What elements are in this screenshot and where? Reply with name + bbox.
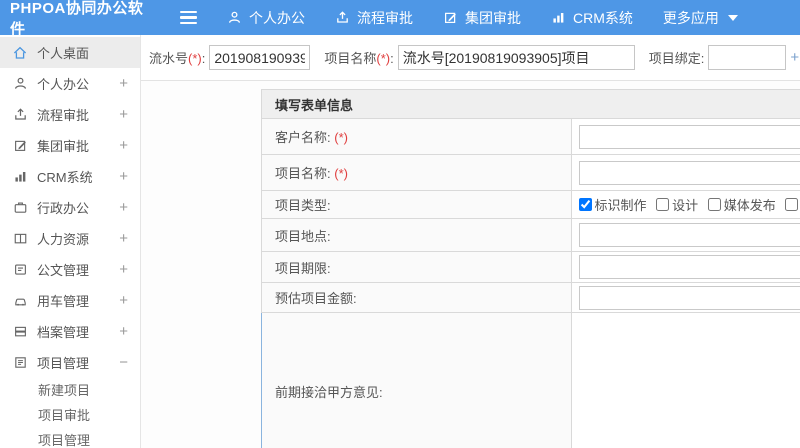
clipboard-list-icon (12, 355, 28, 371)
sidebar-subitem-new-project[interactable]: 新建项目 (0, 378, 140, 403)
table-row: 项目类型: 标识制作 设计 媒体发布 置换 (261, 190, 800, 219)
pre-contact-opinion-textarea[interactable] (578, 316, 800, 448)
checkbox-input[interactable] (578, 198, 592, 211)
table-row: 客户名称: (*) (261, 118, 800, 155)
home-icon (12, 45, 28, 61)
project-term-input[interactable] (578, 255, 800, 279)
serial-number-label: 流水号(*): (149, 51, 206, 66)
table-row: 项目期限: (261, 251, 800, 283)
sidebar-subitem-project-management[interactable]: 项目管理 (0, 428, 140, 448)
bar-chart-icon (551, 10, 566, 25)
topnav-personal-office[interactable]: 个人办公 (227, 8, 305, 28)
checkbox-design[interactable]: 设计 (656, 195, 698, 214)
sidebar-item-crm-system[interactable]: CRM系统 + (0, 161, 140, 192)
document-icon (12, 262, 28, 278)
project-type-label: 项目类型: (261, 190, 572, 219)
sidebar-item-process-approval[interactable]: 流程审批 + (0, 99, 140, 130)
sidebar-item-personal-office[interactable]: 个人办公 + (0, 68, 140, 99)
pre-contact-opinion-label: 前期接洽甲方意见: (261, 312, 572, 448)
checkbox-media-release[interactable]: 媒体发布 (707, 195, 776, 214)
sidebar-item-admin-office[interactable]: 行政办公 + (0, 192, 140, 223)
checkbox-sign-making[interactable]: 标识制作 (578, 195, 647, 214)
table-row: 项目名称: (*) (261, 154, 800, 191)
customer-name-input[interactable] (578, 124, 800, 149)
table-row: 项目地点: (261, 218, 800, 252)
form-section-header: 填写表单信息 (261, 89, 800, 119)
upload-arrow-icon (12, 107, 28, 123)
project-location-label: 项目地点: (261, 218, 572, 252)
person-icon (12, 76, 28, 92)
open-book-icon (12, 231, 28, 247)
collapse-minus[interactable]: − (119, 354, 128, 371)
sidebar-item-document-management[interactable]: 公文管理 + (0, 254, 140, 285)
sidebar-item-vehicle-management[interactable]: 用车管理 + (0, 285, 140, 316)
expand-plus[interactable]: + (119, 323, 128, 340)
checkbox-input[interactable] (785, 198, 799, 211)
top-navigation: 个人办公 流程审批 集团审批 CRM系统 更多应用 (227, 8, 738, 28)
table-row: 前期接洽甲方意见: (261, 312, 800, 448)
person-icon (227, 10, 242, 25)
project-type-options: 标识制作 设计 媒体发布 置换 (570, 190, 800, 219)
topnav-process-approval[interactable]: 流程审批 (335, 8, 413, 28)
serial-number-input[interactable] (209, 45, 311, 70)
expand-plus[interactable]: + (119, 137, 128, 154)
project-term-label: 项目期限: (261, 251, 572, 283)
expand-plus[interactable]: + (119, 106, 128, 123)
briefcase-icon (12, 200, 28, 216)
expand-plus[interactable]: + (119, 75, 128, 92)
expand-plus[interactable]: + (119, 168, 128, 185)
checkbox-replacement[interactable]: 置换 (785, 195, 800, 214)
upload-arrow-icon (335, 10, 350, 25)
project-form-table: 填写表单信息 客户名称: (*) 项目名称: (*) 项目类型: 标识制作 设计… (261, 89, 800, 448)
sidebar-item-group-approval[interactable]: 集团审批 + (0, 130, 140, 161)
expand-plus[interactable]: + (119, 261, 128, 278)
sidebar-item-human-resources[interactable]: 人力资源 + (0, 223, 140, 254)
add-binding-icon[interactable]: + (790, 50, 799, 65)
sidebar-item-project-management[interactable]: 项目管理 − (0, 347, 140, 378)
topbar: PHPOA协同办公软件 个人办公 流程审批 集团审批 CRM系统 更多应用 (0, 0, 800, 38)
project-name-field-input[interactable] (578, 160, 800, 185)
project-name-input[interactable] (397, 45, 635, 70)
expand-plus[interactable]: + (119, 292, 128, 309)
checkbox-input[interactable] (707, 198, 721, 211)
header-field-strip: 流水号(*): 项目名称(*): 项目绑定: + (141, 35, 800, 81)
caret-down-icon (727, 14, 738, 21)
topnav-more-apps[interactable]: 更多应用 (663, 8, 738, 28)
sidebar-item-personal-desktop[interactable]: 个人桌面 (0, 37, 140, 68)
app-logo: PHPOA协同办公软件 (10, 0, 144, 38)
topnav-group-approval[interactable]: 集团审批 (443, 8, 521, 28)
main-content: 流水号(*): 项目名称(*): 项目绑定: + 填写表单信息 客户名称: (*… (141, 35, 800, 448)
project-name-field-label: 项目名称: (*) (261, 154, 572, 191)
car-icon (12, 293, 28, 309)
customer-name-label: 客户名称: (*) (261, 118, 572, 155)
edit-icon (12, 138, 28, 154)
estimated-amount-input[interactable] (578, 285, 800, 310)
archive-icon (12, 324, 28, 340)
sidebar-item-archive-management[interactable]: 档案管理 + (0, 316, 140, 347)
form-section-title: 填写表单信息 (261, 89, 800, 119)
project-bind-label: 项目绑定: (648, 51, 705, 66)
topnav-crm-system[interactable]: CRM系统 (551, 8, 633, 28)
sidebar: 个人桌面 个人办公 + 流程审批 + 集团审批 + CRM系统 + 行政办公 +… (0, 35, 141, 448)
expand-plus[interactable]: + (119, 230, 128, 247)
project-bind-input[interactable] (708, 45, 787, 70)
hamburger-menu-icon[interactable] (180, 10, 197, 25)
edit-icon (443, 10, 458, 25)
estimated-amount-label: 预估项目金额: (261, 282, 572, 313)
bar-chart-icon (12, 169, 28, 185)
project-name-label: 项目名称(*): (324, 51, 394, 66)
checkbox-input[interactable] (656, 198, 670, 211)
expand-plus[interactable]: + (119, 199, 128, 216)
table-row: 预估项目金额: (261, 282, 800, 313)
sidebar-subitem-project-approval[interactable]: 项目审批 (0, 403, 140, 428)
project-location-input[interactable] (578, 223, 800, 247)
